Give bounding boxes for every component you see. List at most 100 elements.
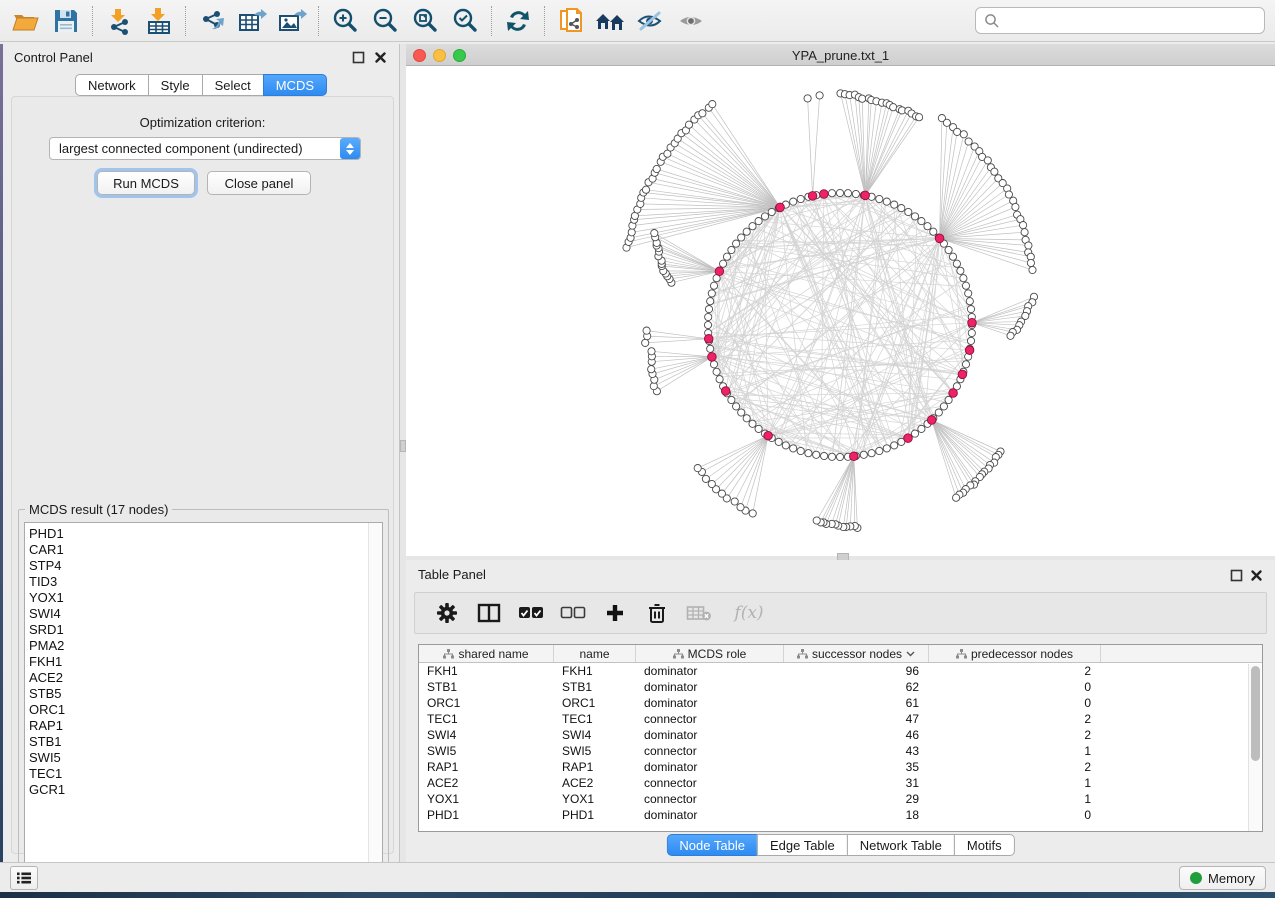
tab-network[interactable]: Network	[75, 74, 149, 96]
cell-shared-name[interactable]: TEC1	[419, 711, 554, 727]
tab-edge-table[interactable]: Edge Table	[757, 834, 848, 856]
run-mcds-button[interactable]: Run MCDS	[97, 171, 195, 195]
mcds-result-item[interactable]: ORC1	[29, 702, 382, 718]
import-table-button[interactable]	[139, 4, 179, 38]
cell-MCDS-role[interactable]: connector	[636, 775, 784, 791]
cell-predecessor-nodes[interactable]: 0	[929, 695, 1101, 711]
network-canvas[interactable]	[406, 66, 1275, 556]
cell-predecessor-nodes[interactable]: 0	[929, 679, 1101, 695]
cell-shared-name[interactable]: SWI5	[419, 743, 554, 759]
cell-shared-name[interactable]: SWI4	[419, 727, 554, 743]
mcds-result-item[interactable]: GCR1	[29, 782, 382, 798]
table-row-YOX1[interactable]: YOX1YOX1connector291	[419, 791, 1262, 807]
cell-predecessor-nodes[interactable]: 1	[929, 743, 1101, 759]
tab-select[interactable]: Select	[202, 74, 264, 96]
cell-MCDS-role[interactable]: connector	[636, 743, 784, 759]
table-row-RAP1[interactable]: RAP1RAP1dominator352	[419, 759, 1262, 775]
mcds-result-item[interactable]: TEC1	[29, 766, 382, 782]
result-list-scrollbar[interactable]	[368, 523, 382, 879]
close-panel-icon[interactable]	[374, 51, 387, 64]
cell-MCDS-role[interactable]: dominator	[636, 759, 784, 775]
show-all-button[interactable]	[671, 4, 711, 38]
cell-predecessor-nodes[interactable]: 1	[929, 791, 1101, 807]
zoom-out-button[interactable]	[365, 4, 405, 38]
zoom-selected-button[interactable]	[445, 4, 485, 38]
select-all-button[interactable]	[517, 599, 545, 627]
tab-style[interactable]: Style	[148, 74, 203, 96]
close-panel-button[interactable]: Close panel	[207, 171, 311, 195]
delete-table-button[interactable]	[685, 599, 713, 627]
save-session-button[interactable]	[46, 4, 86, 38]
cell-predecessor-nodes[interactable]: 2	[929, 759, 1101, 775]
delete-column-button[interactable]	[643, 599, 671, 627]
scrollbar-thumb[interactable]	[1251, 666, 1260, 761]
table-row-ACE2[interactable]: ACE2ACE2connector311	[419, 775, 1262, 791]
cell-MCDS-role[interactable]: dominator	[636, 727, 784, 743]
mcds-result-item[interactable]: FKH1	[29, 654, 382, 670]
cell-successor-nodes[interactable]: 61	[784, 695, 929, 711]
column-header-name[interactable]: name	[554, 645, 636, 662]
search-input[interactable]	[1006, 13, 1256, 28]
hide-selected-button[interactable]	[631, 4, 671, 38]
show-column-button[interactable]	[475, 599, 503, 627]
table-row-TEC1[interactable]: TEC1TEC1connector472	[419, 711, 1262, 727]
create-column-button[interactable]	[601, 599, 629, 627]
cell-MCDS-role[interactable]: connector	[636, 711, 784, 727]
mcds-result-item[interactable]: ACE2	[29, 670, 382, 686]
open-file-button[interactable]	[6, 4, 46, 38]
cell-successor-nodes[interactable]: 18	[784, 807, 929, 823]
cell-MCDS-role[interactable]: dominator	[636, 807, 784, 823]
mcds-result-item[interactable]: PHD1	[29, 526, 382, 542]
close-panel-icon[interactable]	[1250, 569, 1263, 582]
cell-shared-name[interactable]: ACE2	[419, 775, 554, 791]
float-window-icon[interactable]	[352, 51, 365, 64]
task-history-button[interactable]	[10, 866, 38, 890]
cell-name[interactable]: STB1	[554, 679, 636, 695]
cell-successor-nodes[interactable]: 43	[784, 743, 929, 759]
cell-name[interactable]: PHD1	[554, 807, 636, 823]
cell-predecessor-nodes[interactable]: 0	[929, 807, 1101, 823]
memory-button[interactable]: Memory	[1179, 866, 1266, 890]
export-table-button[interactable]	[232, 4, 272, 38]
refresh-view-button[interactable]	[498, 4, 538, 38]
cell-MCDS-role[interactable]: dominator	[636, 663, 784, 679]
cell-predecessor-nodes[interactable]: 2	[929, 727, 1101, 743]
table-row-FKH1[interactable]: FKH1FKH1dominator962	[419, 663, 1262, 679]
mcds-result-item[interactable]: STP4	[29, 558, 382, 574]
cell-name[interactable]: TEC1	[554, 711, 636, 727]
cell-name[interactable]: YOX1	[554, 791, 636, 807]
cell-name[interactable]: FKH1	[554, 663, 636, 679]
cell-shared-name[interactable]: ORC1	[419, 695, 554, 711]
mcds-result-item[interactable]: YOX1	[29, 590, 382, 606]
cell-predecessor-nodes[interactable]: 1	[929, 775, 1101, 791]
import-network-button[interactable]	[99, 4, 139, 38]
cell-successor-nodes[interactable]: 62	[784, 679, 929, 695]
table-row-SWI5[interactable]: SWI5SWI5connector431	[419, 743, 1262, 759]
cell-name[interactable]: ACE2	[554, 775, 636, 791]
cell-name[interactable]: SWI4	[554, 727, 636, 743]
mcds-result-item[interactable]: STB5	[29, 686, 382, 702]
cell-predecessor-nodes[interactable]: 2	[929, 711, 1101, 727]
mcds-result-item[interactable]: CAR1	[29, 542, 382, 558]
tab-mcds[interactable]: MCDS	[263, 74, 327, 96]
table-scrollbar[interactable]	[1248, 664, 1261, 832]
export-network-button[interactable]	[192, 4, 232, 38]
cell-MCDS-role[interactable]: dominator	[636, 695, 784, 711]
cell-shared-name[interactable]: STB1	[419, 679, 554, 695]
zoom-fit-button[interactable]	[405, 4, 445, 38]
table-row-SWI4[interactable]: SWI4SWI4dominator462	[419, 727, 1262, 743]
mcds-result-item[interactable]: PMA2	[29, 638, 382, 654]
cell-successor-nodes[interactable]: 29	[784, 791, 929, 807]
cell-successor-nodes[interactable]: 31	[784, 775, 929, 791]
cell-predecessor-nodes[interactable]: 2	[929, 663, 1101, 679]
tab-node-table[interactable]: Node Table	[666, 834, 758, 856]
table-row-PHD1[interactable]: PHD1PHD1dominator180	[419, 807, 1262, 823]
export-image-button[interactable]	[272, 4, 312, 38]
cell-successor-nodes[interactable]: 46	[784, 727, 929, 743]
cell-shared-name[interactable]: YOX1	[419, 791, 554, 807]
tab-motifs[interactable]: Motifs	[954, 834, 1015, 856]
tab-network-table[interactable]: Network Table	[847, 834, 955, 856]
mcds-result-item[interactable]: STB1	[29, 734, 382, 750]
zoom-in-button[interactable]	[325, 4, 365, 38]
table-row-ORC1[interactable]: ORC1ORC1dominator610	[419, 695, 1262, 711]
